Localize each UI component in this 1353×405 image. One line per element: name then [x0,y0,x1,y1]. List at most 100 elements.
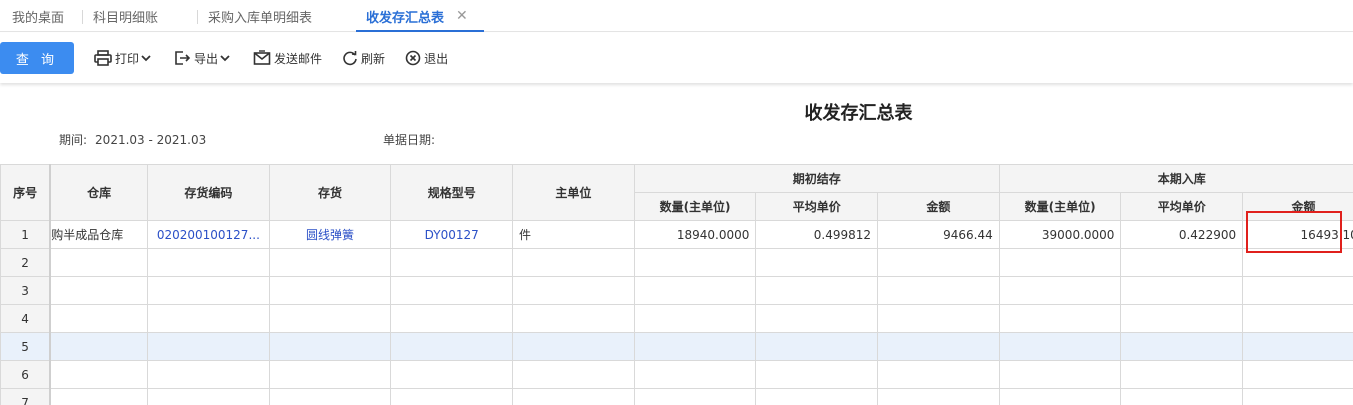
header-unit[interactable]: 主单位 [512,164,635,221]
tab-label: 收发存汇总表 [366,10,445,26]
refresh-icon [343,51,357,66]
header-seq[interactable]: 序号 [0,164,52,221]
cell-empty [147,388,270,405]
tab-label: 科目明细账 [93,10,159,26]
cell-empty [1120,304,1244,333]
exit-button[interactable]: 退出 [405,50,448,67]
cell-opening-amount: 9466.44 [877,220,1000,249]
table-row[interactable]: 7 [0,388,1353,405]
cell-empty [1242,388,1353,405]
header-opening-avg[interactable]: 平均单价 [755,192,879,221]
tab-bar: 我的桌面 科目明细账 采购入库单明细表 收发存汇总表 ✕ [0,0,1353,32]
cell-inbound-avg: 0.422900 [1120,220,1244,249]
cell-empty [147,248,270,277]
cell-empty [268,388,392,405]
active-tab-indicator [356,30,484,32]
document-date-label: 单据日期: [383,133,436,147]
cell-empty [1242,304,1353,333]
cell-empty [998,248,1122,277]
tab-account-detail[interactable]: 科目明细账 [83,0,198,32]
header-opening-balance: 期初结存 [633,164,1000,193]
header-spec[interactable]: 规格型号 [390,164,514,221]
cell-seq: 6 [0,360,52,389]
cell-opening-qty: 18940.0000 [633,220,757,249]
exit-label: 退出 [424,51,449,66]
tab-purchase-inbound-detail[interactable]: 采购入库单明细表 [198,0,356,32]
export-label: 导出 [194,51,219,66]
close-circle-icon [405,50,421,66]
cell-empty [877,388,1000,405]
cell-opening-avg: 0.499812 [755,220,879,249]
cell-empty [755,304,879,333]
cell-empty [390,304,514,333]
cell-empty [1120,248,1244,277]
cell-seq: 3 [0,276,52,305]
cell-unit: 件 [512,220,635,249]
header-inbound-amount[interactable]: 金额 [1242,192,1353,221]
header-warehouse[interactable]: 仓库 [49,164,149,221]
cell-empty [877,360,1000,389]
cell-empty [1120,276,1244,305]
cell-item-code-link[interactable]: 020200100127... [147,220,270,249]
table-row[interactable]: 5 [0,332,1353,361]
cell-empty [390,360,514,389]
cell-empty [268,332,392,361]
cell-empty [147,304,270,333]
cell-empty [877,304,1000,333]
cell-empty [998,360,1122,389]
cell-empty [512,388,635,405]
header-period-inbound: 本期入库 [998,164,1353,193]
cell-empty [877,332,1000,361]
cell-empty [512,304,635,333]
toolbar: 查 询 打印 导出 发送邮件 刷新 退出 [0,33,1353,83]
chevron-down-icon [141,55,151,62]
cell-empty [512,276,635,305]
cell-empty [998,388,1122,405]
export-icon [175,51,191,65]
header-opening-amount[interactable]: 金额 [877,192,1000,221]
cell-empty [268,276,392,305]
cell-empty [390,248,514,277]
cell-empty [1120,332,1244,361]
header-opening-qty[interactable]: 数量(主单位) [633,192,757,221]
export-button[interactable]: 导出 [174,50,233,67]
send-email-button[interactable]: 发送邮件 [253,50,322,67]
cell-empty [755,332,879,361]
table-row[interactable]: 1 购半成品仓库 020200100127... 圆线弹簧 DY00127 件 … [0,220,1353,249]
document-date-filter: 单据日期: [383,131,435,148]
cell-empty [49,276,149,305]
cell-empty [998,276,1122,305]
table-row[interactable]: 3 [0,276,1353,305]
cell-seq: 7 [0,388,52,405]
refresh-button[interactable]: 刷新 [342,50,385,67]
cell-empty [147,276,270,305]
cell-empty [49,388,149,405]
refresh-label: 刷新 [361,51,386,66]
cell-empty [633,360,757,389]
tab-my-desktop[interactable]: 我的桌面 [0,0,83,32]
header-item[interactable]: 存货 [268,164,392,221]
tab-label: 我的桌面 [12,10,65,26]
cell-empty [49,248,149,277]
cell-empty [49,304,149,333]
header-item-code[interactable]: 存货编码 [147,164,270,221]
query-button[interactable]: 查 询 [0,42,74,74]
cell-empty [147,332,270,361]
table-row[interactable]: 6 [0,360,1353,389]
cell-item-link[interactable]: 圆线弹簧 [268,220,392,249]
cell-spec-link[interactable]: DY00127 [390,220,514,249]
print-button[interactable]: 打印 [94,50,154,67]
cell-empty [268,248,392,277]
header-inbound-avg[interactable]: 平均单价 [1120,192,1244,221]
cell-empty [268,360,392,389]
table-row[interactable]: 2 [0,248,1353,277]
header-inbound-qty[interactable]: 数量(主单位) [998,192,1122,221]
mail-icon [253,50,271,65]
cell-empty [1242,332,1353,361]
period-label: 期间: [59,133,88,147]
close-icon[interactable]: ✕ [456,8,468,24]
table-row[interactable]: 4 [0,304,1353,333]
cell-empty [877,248,1000,277]
tab-inventory-summary[interactable]: 收发存汇总表 ✕ [356,0,484,32]
cell-empty [512,360,635,389]
